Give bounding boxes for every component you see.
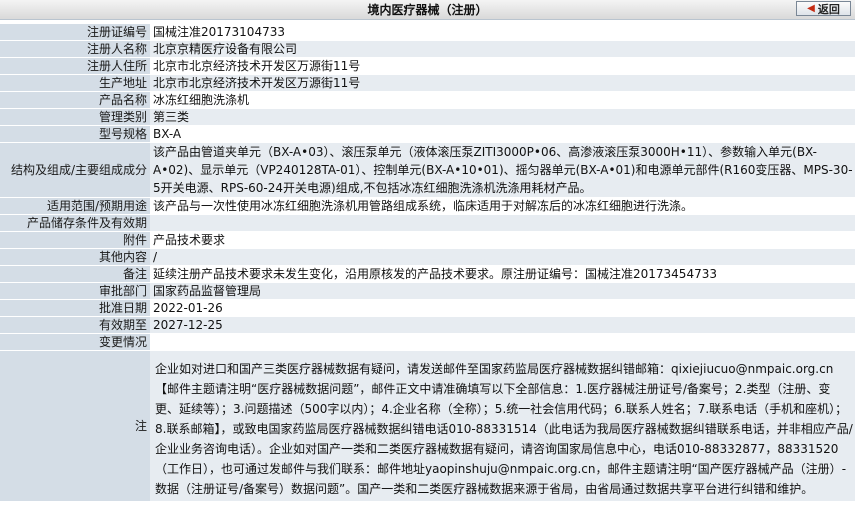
field-label: 结构及组成/主要组成成分 <box>0 143 150 197</box>
row-note: 注 企业如对进口和国产三类医疗器械数据有疑问，请发送邮件至国家药监局医疗器械数据… <box>0 351 855 501</box>
field-value: 国家药品监督管理局 <box>150 283 855 299</box>
field-label: 批准日期 <box>0 300 150 316</box>
field-value: 产品技术要求 <box>150 232 855 248</box>
field-label: 型号规格 <box>0 126 150 142</box>
field-value: 冰冻红细胞洗涤机 <box>150 92 855 108</box>
field-value: 2022-01-26 <box>150 300 855 316</box>
row-registrant-name: 注册人名称 北京京精医疗设备有限公司 <box>0 41 855 57</box>
row-change-history: 变更情况 <box>0 334 855 350</box>
row-model-spec: 型号规格 BX-A <box>0 126 855 142</box>
field-value: 2027-12-25 <box>150 317 855 333</box>
field-value <box>150 334 855 350</box>
field-label: 产品名称 <box>0 92 150 108</box>
field-value: 国械注准20173104733 <box>150 24 855 40</box>
field-label: 注册证编号 <box>0 24 150 40</box>
field-label: 注册人住所 <box>0 58 150 74</box>
row-registration-number: 注册证编号 国械注准20173104733 <box>0 24 855 40</box>
field-value: 北京京精医疗设备有限公司 <box>150 41 855 57</box>
field-value: 延续注册产品技术要求未发生变化，沿用原核发的产品技术要求。原注册证编号：国械注准… <box>150 266 855 282</box>
note-value: 企业如对进口和国产三类医疗器械数据有疑问，请发送邮件至国家药监局医疗器械数据纠错… <box>150 351 855 501</box>
note-label: 注 <box>0 351 150 501</box>
row-production-address: 生产地址 北京市北京经济技术开发区万源街11号 <box>0 75 855 91</box>
row-approval-date: 批准日期 2022-01-26 <box>0 300 855 316</box>
row-attachment: 附件 产品技术要求 <box>0 232 855 248</box>
field-label: 管理类别 <box>0 109 150 125</box>
field-label: 适用范围/预期用途 <box>0 198 150 214</box>
field-label: 注册人名称 <box>0 41 150 57</box>
field-value: 该产品与一次性使用冰冻红细胞洗涤机用管路组成系统，临床适用于对解冻后的冰冻红细胞… <box>150 198 855 214</box>
field-value: 北京市北京经济技术开发区万源街11号 <box>150 58 855 74</box>
row-remarks: 备注 延续注册产品技术要求未发生变化，沿用原核发的产品技术要求。原注册证编号：国… <box>0 266 855 282</box>
field-value: BX-A <box>150 126 855 142</box>
row-management-category: 管理类别 第三类 <box>0 109 855 125</box>
page-title: 境内医疗器械（注册） <box>367 3 488 17</box>
back-button-label: 返回 <box>817 2 840 16</box>
field-label: 变更情况 <box>0 334 150 350</box>
row-scope-intended-use: 适用范围/预期用途 该产品与一次性使用冰冻红细胞洗涤机用管路组成系统，临床适用于… <box>0 198 855 214</box>
detail-table: 注册证编号 国械注准20173104733 注册人名称 北京京精医疗设备有限公司… <box>0 23 855 502</box>
field-value: 北京市北京经济技术开发区万源街11号 <box>150 75 855 91</box>
row-registrant-address: 注册人住所 北京市北京经济技术开发区万源街11号 <box>0 58 855 74</box>
row-other-content: 其他内容 / <box>0 249 855 265</box>
row-storage-conditions: 产品储存条件及有效期 <box>0 215 855 231</box>
field-label: 附件 <box>0 232 150 248</box>
field-value: / <box>150 249 855 265</box>
field-label: 产品储存条件及有效期 <box>0 215 150 231</box>
back-button[interactable]: ◀ 返回 <box>796 1 851 16</box>
note-text: 企业如对进口和国产三类医疗器械数据有疑问，请发送邮件至国家药监局医疗器械数据纠错… <box>155 362 853 496</box>
field-label: 其他内容 <box>0 249 150 265</box>
title-bar: 境内医疗器械（注册） ◀ 返回 <box>0 0 855 20</box>
row-structure-composition: 结构及组成/主要组成成分 该产品由管道夹单元（BX-A•03）、滚压泵单元（液体… <box>0 143 855 197</box>
field-value: 该产品由管道夹单元（BX-A•03）、滚压泵单元（液体滚压泵ZITI3000P•… <box>150 143 855 197</box>
field-label: 生产地址 <box>0 75 150 91</box>
row-product-name: 产品名称 冰冻红细胞洗涤机 <box>0 92 855 108</box>
field-label: 审批部门 <box>0 283 150 299</box>
row-valid-until: 有效期至 2027-12-25 <box>0 317 855 333</box>
arrow-left-icon: ◀ <box>807 3 815 14</box>
field-label: 有效期至 <box>0 317 150 333</box>
field-label: 备注 <box>0 266 150 282</box>
field-value: 第三类 <box>150 109 855 125</box>
field-value <box>150 215 855 231</box>
row-approval-department: 审批部门 国家药品监督管理局 <box>0 283 855 299</box>
